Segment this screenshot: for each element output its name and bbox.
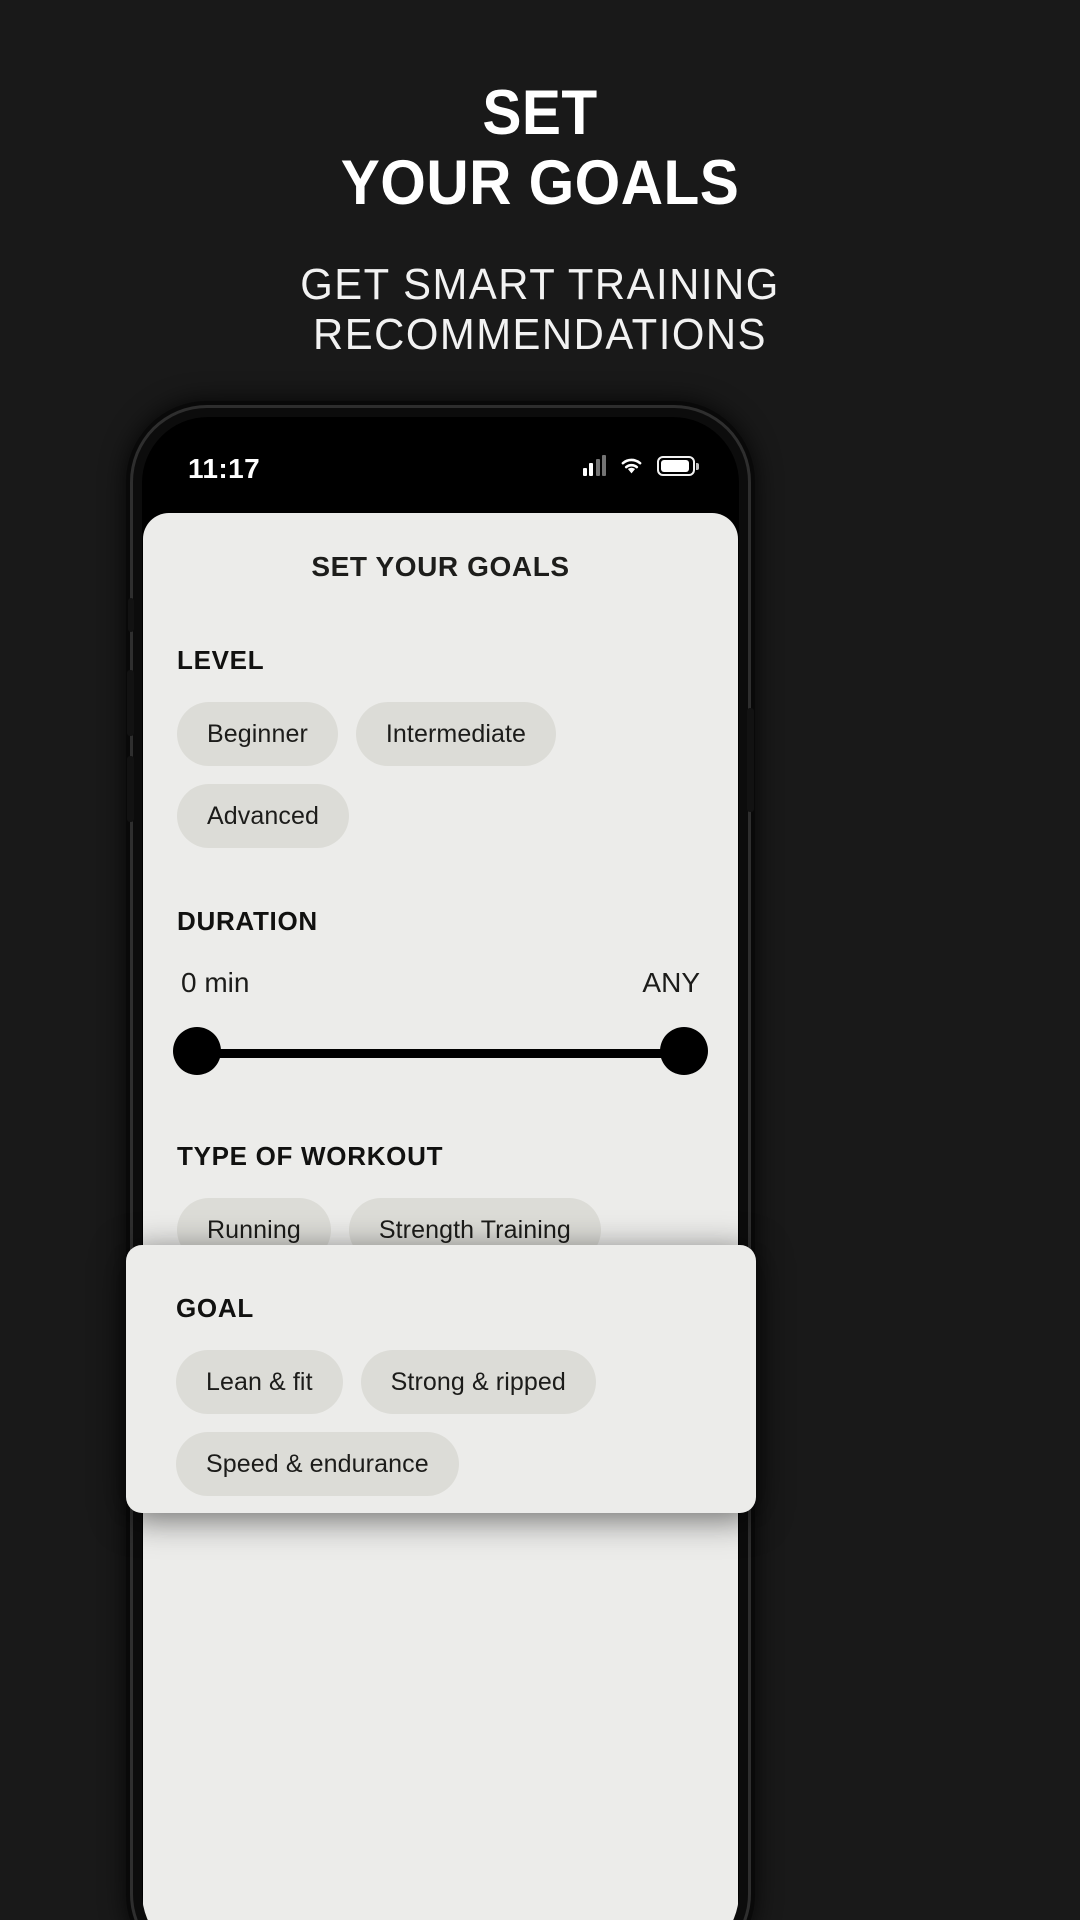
battery-icon <box>657 455 699 476</box>
goal-overlay-panel: GOAL Lean & fit Strong & ripped Speed & … <box>126 1245 756 1513</box>
wifi-icon <box>621 458 642 474</box>
page-title: SET YOUR GOALS <box>311 551 570 582</box>
level-chip-row: Beginner Intermediate Advanced <box>177 676 704 848</box>
goals-screen-card: SET YOUR GOALS LEVEL Beginner Intermedia… <box>143 513 738 1920</box>
promo-text-block: SET YOUR GOALS GET SMART TRAINING RECOMM… <box>0 0 1080 360</box>
goal-chip-strong-and-ripped[interactable]: Strong & ripped <box>360 1350 596 1414</box>
section-duration: DURATION 0 min ANY <box>143 848 738 1081</box>
level-chip-intermediate[interactable]: Intermediate <box>355 702 557 766</box>
duration-slider-thumb-max[interactable] <box>660 1027 708 1075</box>
duration-min-value: 0 min <box>181 967 250 998</box>
duration-max-value: ANY <box>642 967 700 998</box>
goal-chip-lean-and-fit[interactable]: Lean & fit <box>176 1350 343 1414</box>
phone-volume-down-button <box>127 756 134 822</box>
duration-slider-track-wrap[interactable] <box>173 1027 708 1081</box>
section-label-duration: DURATION <box>177 906 318 936</box>
duration-slider-track[interactable] <box>191 1049 690 1058</box>
status-bar-time: 11:17 <box>188 453 261 484</box>
section-label-level: LEVEL <box>177 645 265 675</box>
phone-mockup: 11:17 SET YOUR GOALS LEVEL Beginner Inte… <box>127 408 754 1920</box>
level-chip-beginner[interactable]: Beginner <box>177 702 338 766</box>
promo-headline: SET YOUR GOALS <box>38 0 1042 218</box>
promo-headline-line: SET <box>482 78 598 148</box>
section-level: LEVEL Beginner Intermediate Advanced <box>143 583 738 848</box>
promo-subheadline: GET SMART TRAINING RECOMMENDATIONS <box>27 218 1053 360</box>
level-chip-advanced[interactable]: Advanced <box>177 784 349 848</box>
status-bar-icons <box>582 455 699 476</box>
duration-slider[interactable]: 0 min ANY <box>173 937 708 1081</box>
promo-screenshot: SET YOUR GOALS GET SMART TRAINING RECOMM… <box>0 0 1080 1920</box>
section-label-type-of-workout: TYPE OF WORKOUT <box>177 1141 444 1171</box>
promo-headline-line: YOUR GOALS <box>340 148 740 218</box>
duration-slider-values: 0 min ANY <box>177 967 704 999</box>
phone-screen: 11:17 SET YOUR GOALS LEVEL Beginner Inte… <box>142 417 739 1920</box>
phone-power-button <box>747 708 754 812</box>
phone-volume-up-button <box>127 670 134 736</box>
phone-mute-switch <box>128 598 134 632</box>
status-bar: 11:17 <box>142 417 739 513</box>
promo-subheadline-line: GET SMART TRAINING <box>300 260 780 309</box>
duration-slider-thumb-min[interactable] <box>173 1027 221 1075</box>
cellular-signal-icon <box>582 455 606 476</box>
goal-chip-speed-and-endurance[interactable]: Speed & endurance <box>176 1432 459 1496</box>
section-label-goal: GOAL <box>176 1293 254 1323</box>
goal-chip-row: Lean & fit Strong & ripped Speed & endur… <box>126 1324 756 1513</box>
promo-subheadline-line: RECOMMENDATIONS <box>313 310 767 359</box>
